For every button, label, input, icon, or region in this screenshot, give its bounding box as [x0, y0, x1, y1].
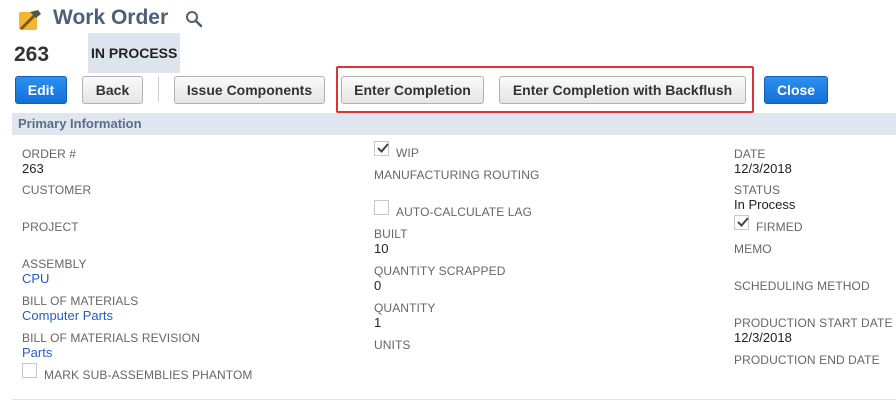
- enter-completion-backflush-button[interactable]: Enter Completion with Backflush: [499, 76, 746, 104]
- back-button[interactable]: Back: [82, 76, 143, 104]
- autocalc-checkbox[interactable]: [374, 200, 389, 215]
- firmed-checkbox[interactable]: [734, 215, 749, 230]
- wip-label: WIP: [396, 146, 419, 160]
- routing-label: MANUFACTURING ROUTING: [374, 168, 540, 182]
- units-label: UNITS: [374, 338, 411, 352]
- production-start-value: 12/3/2018: [734, 330, 792, 345]
- status-label: STATUS: [734, 183, 781, 197]
- status-badge: IN PROCESS: [88, 33, 181, 73]
- record-number: 263: [14, 43, 50, 66]
- wip-checkbox[interactable]: [374, 141, 389, 156]
- scrapped-value: 0: [374, 278, 382, 293]
- built-label: BUILT: [374, 227, 408, 241]
- production-end-label: PRODUCTION END DATE: [734, 353, 880, 367]
- quantity-value: 1: [374, 315, 382, 330]
- date-label: DATE: [734, 147, 766, 161]
- toolbar-divider: [158, 76, 159, 102]
- assembly-label: ASSEMBLY: [22, 257, 87, 271]
- page-title: Work Order: [53, 6, 169, 29]
- customer-label: CUSTOMER: [22, 183, 92, 197]
- order-value: 263: [22, 161, 44, 176]
- autocalc-label: AUTO-CALCULATE LAG: [396, 205, 533, 219]
- bom-link[interactable]: Computer Parts: [22, 308, 113, 323]
- phantom-label: MARK SUB-ASSEMBLIES PHANTOM: [44, 368, 253, 382]
- section-title: Primary Information: [18, 116, 142, 131]
- issue-components-button[interactable]: Issue Components: [174, 76, 325, 104]
- assembly-link[interactable]: CPU: [22, 271, 49, 286]
- firmed-label: FIRMED: [756, 220, 803, 234]
- close-button[interactable]: Close: [764, 76, 828, 104]
- bom-label: BILL OF MATERIALS: [22, 294, 139, 308]
- production-start-label: PRODUCTION START DATE: [734, 316, 893, 330]
- checkmark-icon: [737, 217, 749, 227]
- enter-completion-button[interactable]: Enter Completion: [341, 76, 484, 104]
- divider: [12, 399, 896, 400]
- record-type-icon: [16, 6, 44, 34]
- built-value: 10: [374, 241, 389, 256]
- quantity-label: QUANTITY: [374, 301, 436, 315]
- order-label: ORDER #: [22, 147, 77, 161]
- edit-button[interactable]: Edit: [15, 76, 67, 104]
- bom-revision-link[interactable]: Parts: [22, 345, 52, 360]
- checkmark-icon: [377, 143, 389, 153]
- bom-revision-label: BILL OF MATERIALS REVISION: [22, 331, 200, 345]
- project-label: PROJECT: [22, 220, 79, 234]
- date-value: 12/3/2018: [734, 161, 792, 176]
- search-icon[interactable]: [185, 10, 203, 28]
- scheduling-method-label: SCHEDULING METHOD: [734, 279, 870, 293]
- status-value: In Process: [734, 197, 796, 212]
- phantom-checkbox[interactable]: [22, 363, 37, 378]
- memo-label: MEMO: [734, 242, 772, 256]
- scrapped-label: QUANTITY SCRAPPED: [374, 264, 506, 278]
- section-header[interactable]: [12, 113, 896, 135]
